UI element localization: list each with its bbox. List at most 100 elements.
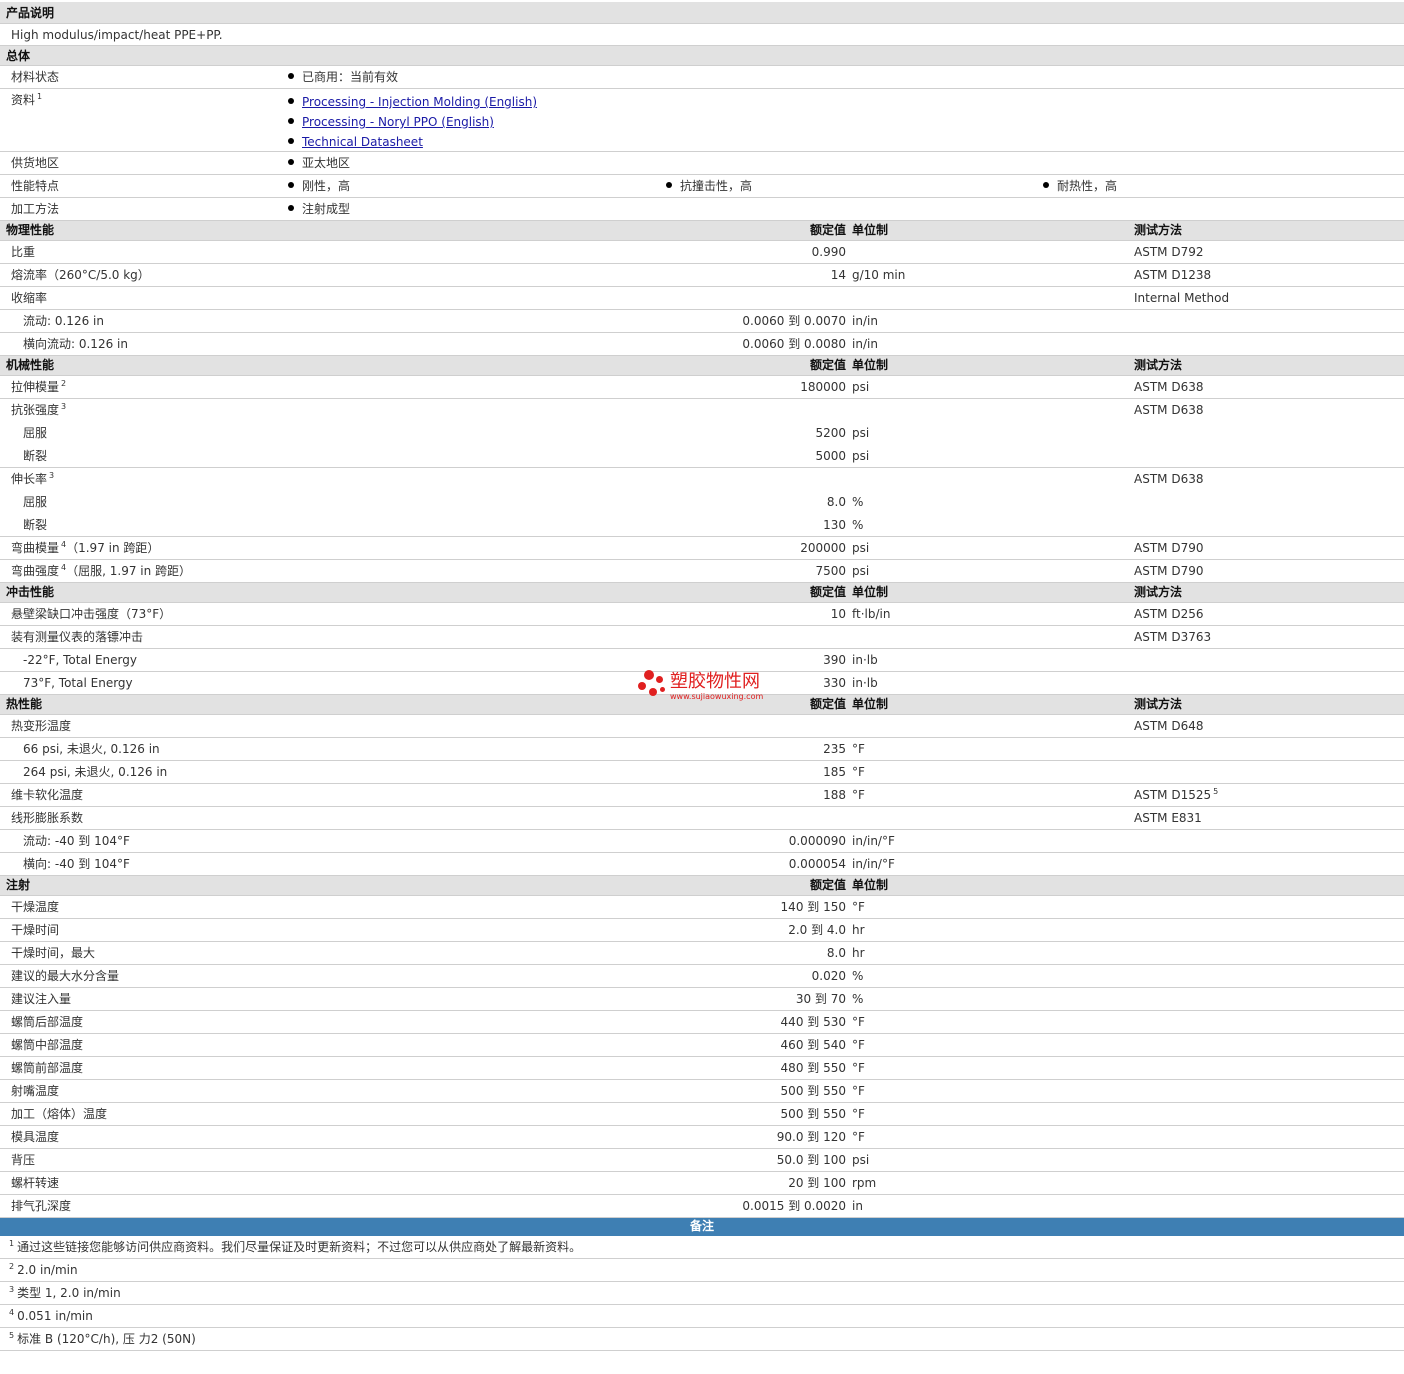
property-row: 收缩率 Internal Method <box>0 287 1404 310</box>
section-title: 注射 <box>6 878 31 892</box>
general-row-process: 加工方法 注射成型 <box>0 198 1404 221</box>
section-header-injection: 注射 额定值 单位制 <box>0 876 1404 896</box>
property-label: 流动: 0.126 in <box>23 314 104 328</box>
property-value: 0.0015 到 0.0020 <box>742 1199 846 1213</box>
property-value: 140 到 150 <box>780 900 846 914</box>
property-value: 14 <box>830 268 846 282</box>
note-row: 2 2.0 in/min <box>0 1259 1404 1282</box>
property-label: 屈服 <box>23 426 48 440</box>
property-row: 干燥时间 2.0 到 4.0 hr <box>0 919 1404 942</box>
note-row: 3 类型 1, 2.0 in/min <box>0 1282 1404 1305</box>
property-label: 拉伸模量 2 <box>11 379 67 394</box>
section-header-product: 产品说明 <box>0 2 1404 24</box>
column-header-unit: 单位制 <box>852 223 889 237</box>
property-row: 模具温度 90.0 到 120 °F <box>0 1126 1404 1149</box>
doc-link-item[interactable]: Processing - Noryl PPO (English) <box>288 112 494 132</box>
property-label: 射嘴温度 <box>11 1084 60 1098</box>
section-header-notes: 备注 <box>0 1218 1404 1236</box>
bullet-item: 已商用：当前有效 <box>288 67 398 87</box>
property-label: 干燥时间 <box>11 923 60 937</box>
bullet-icon <box>288 159 294 165</box>
footnote-number: 2 <box>9 1262 15 1271</box>
property-unit: hr <box>852 923 865 937</box>
section-header-mechanical: 机械性能 额定值 单位制 测试方法 <box>0 356 1404 376</box>
column-header-test-method: 测试方法 <box>1134 358 1183 372</box>
doc-link-item[interactable]: Technical Datasheet <box>288 132 423 152</box>
section-title: 机械性能 <box>6 358 55 372</box>
section-title: 物理性能 <box>6 223 55 237</box>
doc-link-technical-datasheet[interactable]: Technical Datasheet <box>302 135 423 149</box>
property-value: 5200 <box>815 426 846 440</box>
note-text: 4 0.051 in/min <box>9 1308 93 1323</box>
property-unit: °F <box>852 765 865 779</box>
property-unit: hr <box>852 946 865 960</box>
doc-link-injection-molding[interactable]: Processing - Injection Molding (English) <box>302 95 537 109</box>
property-label: 螺筒后部温度 <box>11 1015 84 1029</box>
property-unit: in/in/°F <box>852 857 895 871</box>
property-row: 横向: -40 到 104°F 0.000054 in/in/°F <box>0 853 1404 876</box>
footnote-ref: 2 <box>61 379 67 388</box>
property-value: 0.020 <box>811 969 846 983</box>
section-title: 热性能 <box>6 697 43 711</box>
test-method: Internal Method <box>1134 291 1230 305</box>
property-row: 排气孔深度 0.0015 到 0.0020 in <box>0 1195 1404 1218</box>
property-label: 线形膨胀系数 <box>11 811 84 825</box>
watermark-logo: 塑胶物性网 www.sujiaowuxing.com <box>638 668 778 704</box>
property-value: 188 <box>823 788 846 802</box>
property-value: 480 到 550 <box>780 1061 846 1075</box>
property-value: 5000 <box>815 449 846 463</box>
property-label: 螺筒前部温度 <box>11 1061 84 1075</box>
property-label: 干燥温度 <box>11 900 60 914</box>
property-row: 比重 0.990 ASTM D792 <box>0 241 1404 264</box>
property-row: 加工（熔体）温度 500 到 550 °F <box>0 1103 1404 1126</box>
property-row: 伸长率 3 ASTM D638 <box>0 468 1404 491</box>
property-row: 屈服 8.0% <box>0 491 1404 514</box>
property-label: 抗张强度 3 <box>11 402 67 417</box>
property-row: 螺筒前部温度 480 到 550 °F <box>0 1057 1404 1080</box>
property-unit: in/in <box>852 337 878 351</box>
note-row: 1 通过这些链接您能够访问供应商资料。我们尽量保证及时更新资料；不过您可以从供应商… <box>0 1236 1404 1259</box>
property-label: 模具温度 <box>11 1130 60 1144</box>
property-unit: °F <box>852 1107 865 1121</box>
property-value: 90.0 到 120 <box>776 1130 846 1144</box>
column-header-unit: 单位制 <box>852 878 889 892</box>
property-value: 0.0060 到 0.0080 <box>742 337 846 351</box>
property-value: 0.0060 到 0.0070 <box>742 314 846 328</box>
property-row: 横向流动: 0.126 in 0.0060 到 0.0080 in/in <box>0 333 1404 356</box>
property-row: 264 psi, 未退火, 0.126 in 185 °F <box>0 761 1404 784</box>
footnote-ref: 4 <box>61 563 67 572</box>
property-value: 185 <box>823 765 846 779</box>
test-method: ASTM D3763 <box>1134 630 1212 644</box>
test-method: ASTM D256 <box>1134 607 1204 621</box>
property-row: 弯曲模量 4（1.97 in 跨距） 200000 psi ASTM D790 <box>0 537 1404 560</box>
property-unit: psi <box>852 380 870 394</box>
column-header-value: 额定值 <box>809 585 846 599</box>
footnote-number: 3 <box>9 1285 15 1294</box>
property-row: 拉伸模量 2 180000 psi ASTM D638 <box>0 376 1404 399</box>
doc-link-item[interactable]: Processing - Injection Molding (English) <box>288 92 537 112</box>
property-label: 干燥时间，最大 <box>11 946 96 960</box>
property-value: 440 到 530 <box>780 1015 846 1029</box>
property-row: 干燥温度 140 到 150 °F <box>0 896 1404 919</box>
note-row: 5 标准 B (120°C/h), 压 力2 (50N) <box>0 1328 1404 1351</box>
test-method: ASTM D790 <box>1134 541 1204 555</box>
property-unit: % <box>852 495 864 509</box>
property-label: 维卡软化温度 <box>11 788 84 802</box>
property-label: 加工（熔体）温度 <box>11 1107 108 1121</box>
doc-link-noryl-ppo[interactable]: Processing - Noryl PPO (English) <box>302 115 494 129</box>
test-method: ASTM D790 <box>1134 564 1204 578</box>
footnote-ref: 3 <box>61 402 67 411</box>
property-label: 比重 <box>11 245 36 259</box>
bullet-icon <box>666 182 672 188</box>
property-value: 500 到 550 <box>780 1107 846 1121</box>
section-title: 产品说明 <box>6 6 55 20</box>
property-value: 0.990 <box>811 245 846 259</box>
property-row: 射嘴温度 500 到 550 °F <box>0 1080 1404 1103</box>
property-value: 50.0 到 100 <box>776 1153 846 1167</box>
property-row: 断裂 130% <box>0 514 1404 537</box>
section-title: 冲击性能 <box>6 585 55 599</box>
property-unit: psi <box>852 564 870 578</box>
property-unit: in·lb <box>852 653 878 667</box>
footnote-ref: 3 <box>49 471 55 480</box>
property-label: 横向流动: 0.126 in <box>23 337 128 351</box>
